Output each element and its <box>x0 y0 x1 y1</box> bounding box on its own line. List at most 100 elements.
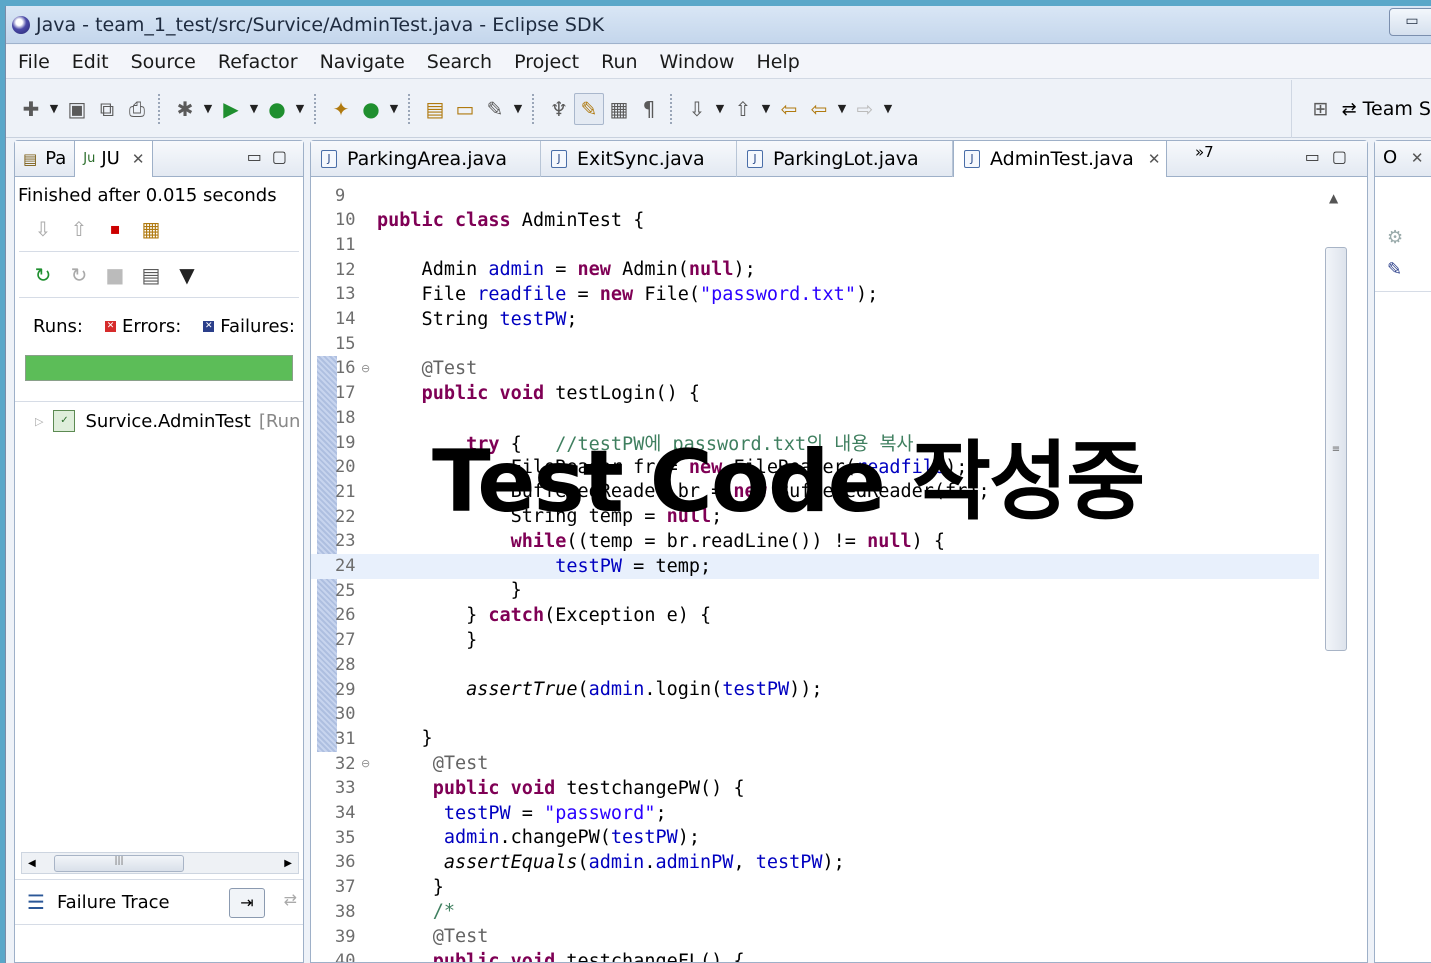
new-class-icon[interactable]: ● <box>356 93 386 125</box>
back-dropdown-icon[interactable]: ▼ <box>834 93 850 125</box>
stop-icon[interactable]: ■ <box>97 259 133 291</box>
menu-run[interactable]: Run <box>601 51 637 73</box>
history-icon[interactable]: ▤ <box>133 259 169 291</box>
open-type-icon[interactable]: ▤ <box>420 93 450 125</box>
external-tools-dropdown-icon[interactable]: ▼ <box>292 93 308 125</box>
save-all-icon[interactable]: ⧉ <box>92 93 122 125</box>
filter-stack-trace-icon[interactable]: ⇥ <box>229 888 265 918</box>
code-line[interactable]: 30 <box>311 702 1319 727</box>
search-dropdown-icon[interactable]: ▼ <box>510 93 526 125</box>
menu-file[interactable]: File <box>18 51 50 73</box>
code-line[interactable]: 9 <box>311 183 1319 208</box>
tab-junit[interactable]: Ju JU ✕ <box>74 140 154 177</box>
more-tabs-button[interactable]: »7 <box>1195 143 1214 161</box>
scrollbar-thumb[interactable]: ||| <box>54 855 184 872</box>
code-line[interactable]: 28 <box>311 652 1319 677</box>
code-line[interactable]: 16 ⊖ @Test <box>311 356 1319 381</box>
menu-window[interactable]: Window <box>660 51 735 73</box>
external-tools-icon[interactable]: ● <box>262 93 292 125</box>
code-line[interactable]: 33 public void testchangePW() { <box>311 776 1319 801</box>
tab-outline[interactable]: O ✕ <box>1375 141 1431 177</box>
code-line[interactable]: 11 <box>311 232 1319 257</box>
show-whitespace-icon[interactable]: ¶ <box>634 93 664 125</box>
test-tree-item[interactable]: ▷ ✓ Survice.AdminTest [Run <box>15 401 303 432</box>
menu-project[interactable]: Project <box>514 51 579 73</box>
debug-icon[interactable]: ✱ <box>170 93 200 125</box>
code-line[interactable]: 37 } <box>311 875 1319 900</box>
vertical-scrollbar[interactable]: ▲ ≡ <box>1323 181 1349 962</box>
code-line[interactable]: 29 assertTrue(admin.login(testPW)); <box>311 677 1319 702</box>
editor-minimize-maximize[interactable]: ▭▢ <box>1305 147 1359 166</box>
menu-edit[interactable]: Edit <box>72 51 109 73</box>
menu-source[interactable]: Source <box>131 51 196 73</box>
rerun-failures-icon[interactable]: ↻ <box>61 259 97 291</box>
team-perspective-label[interactable]: Team S <box>1363 98 1431 120</box>
scroll-up-icon[interactable]: ▲ <box>1329 191 1338 205</box>
new-dropdown-icon[interactable]: ▼ <box>46 93 62 125</box>
tab-parkinglot[interactable]: J ParkingLot.java <box>737 141 953 177</box>
code-line[interactable]: 10 public class AdminTest { <box>311 208 1319 233</box>
scrollbar-thumb[interactable]: ≡ <box>1325 247 1347 651</box>
previous-failure-icon[interactable]: ⇧ <box>61 213 97 245</box>
run-dropdown-icon[interactable]: ▼ <box>246 93 262 125</box>
search-icon[interactable]: ✎ <box>480 93 510 125</box>
scroll-lock-icon[interactable]: ▦ <box>133 213 169 245</box>
code-line[interactable]: 13 File readfile = new File("password.tx… <box>311 282 1319 307</box>
print-icon[interactable]: ⎙ <box>122 93 152 125</box>
close-icon[interactable]: ✕ <box>1411 149 1424 167</box>
code-line[interactable]: 15 <box>311 331 1319 356</box>
hide-static-icon[interactable]: ✎ <box>1387 259 1431 291</box>
show-failures-only-icon[interactable]: ▪ <box>97 213 133 245</box>
new-class-dropdown-icon[interactable]: ▼ <box>386 93 402 125</box>
view-minimize-maximize[interactable]: ▭▢ <box>247 147 297 166</box>
scroll-right-icon[interactable]: ▶ <box>284 858 292 869</box>
code-line[interactable]: 23 while((temp = br.readLine()) != null)… <box>311 529 1319 554</box>
code-line[interactable]: 17 public void testLogin() { <box>311 381 1319 406</box>
close-icon[interactable]: ✕ <box>1148 150 1161 168</box>
code-line[interactable]: 14 String testPW; <box>311 307 1319 332</box>
forward-icon[interactable]: ⇨ <box>850 93 880 125</box>
open-folder-icon[interactable]: ▭ <box>450 93 480 125</box>
close-icon[interactable]: ✕ <box>132 150 145 168</box>
new-icon[interactable]: ✚ <box>16 93 46 125</box>
scroll-left-icon[interactable]: ◀ <box>28 858 36 869</box>
tab-package-explorer[interactable]: ▤ Pa <box>15 141 74 177</box>
run-icon[interactable]: ▶ <box>216 93 246 125</box>
team-perspective-icon[interactable]: ⇄ <box>1342 99 1357 120</box>
tab-parkingarea[interactable]: J ParkingArea.java <box>311 141 541 177</box>
code-line[interactable]: 26 } catch(Exception e) { <box>311 603 1319 628</box>
fold-collapse-icon[interactable]: ⊖ <box>361 362 370 375</box>
code-line[interactable]: 31 } <box>311 726 1319 751</box>
code-line[interactable]: 27 } <box>311 628 1319 653</box>
code-line[interactable]: 40 public void testchangeFL() { <box>311 949 1319 962</box>
toggle-breakpoint-icon[interactable]: ♆ <box>544 93 574 125</box>
tab-admintest[interactable]: J AdminTest.java ✕ <box>953 141 1167 177</box>
next-annotation-dropdown-icon[interactable]: ▼ <box>712 93 728 125</box>
minimize-button[interactable]: ▭ <box>1389 8 1431 36</box>
horizontal-scrollbar[interactable]: ◀ ||| ▶ <box>21 852 299 874</box>
previous-annotation-icon[interactable]: ⇧ <box>728 93 758 125</box>
forward-dropdown-icon[interactable]: ▼ <box>880 93 896 125</box>
debug-dropdown-icon[interactable]: ▼ <box>200 93 216 125</box>
code-line[interactable]: 32 ⊖ @Test <box>311 751 1319 776</box>
code-line[interactable]: 24 testPW = temp; <box>311 553 1319 579</box>
next-failure-icon[interactable]: ⇩ <box>25 213 61 245</box>
compare-result-icon[interactable]: ⇄ <box>284 890 297 909</box>
code-line[interactable]: 39 @Test <box>311 924 1319 949</box>
code-line[interactable]: 25 } <box>311 578 1319 603</box>
next-annotation-icon[interactable]: ⇩ <box>682 93 712 125</box>
save-icon[interactable]: ▣ <box>62 93 92 125</box>
previous-annotation-dropdown-icon[interactable]: ▼ <box>758 93 774 125</box>
code-line[interactable]: 12 Admin admin = new Admin(null); <box>311 257 1319 282</box>
menu-navigate[interactable]: Navigate <box>320 51 405 73</box>
code-line[interactable]: 18 <box>311 405 1319 430</box>
history-dropdown-icon[interactable]: ▼ <box>169 259 205 291</box>
menu-help[interactable]: Help <box>756 51 799 73</box>
rerun-icon[interactable]: ↻ <box>25 259 61 291</box>
block-selection-icon[interactable]: ▦ <box>604 93 634 125</box>
fold-collapse-icon[interactable]: ⊖ <box>361 757 370 770</box>
tab-exitsync[interactable]: J ExitSync.java <box>541 141 737 177</box>
last-edit-icon[interactable]: ⇦ <box>774 93 804 125</box>
back-icon[interactable]: ⇦ <box>804 93 834 125</box>
code-line[interactable]: 36 assertEquals(admin.adminPW, testPW); <box>311 850 1319 875</box>
